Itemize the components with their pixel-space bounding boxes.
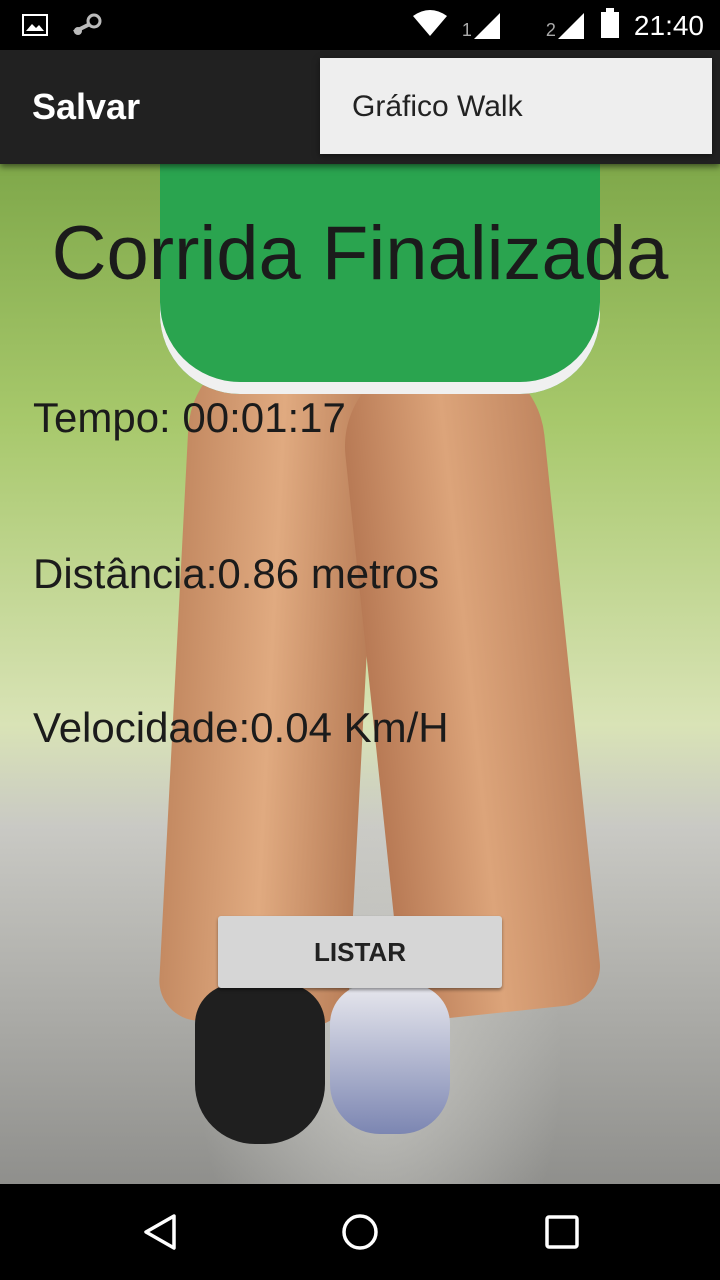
sim1-label: 1 [461, 19, 472, 40]
save-action[interactable]: Salvar [32, 86, 140, 128]
navigation-bar [0, 1184, 720, 1280]
image-icon [22, 14, 48, 41]
home-icon[interactable] [340, 1212, 380, 1252]
listar-button[interactable]: LISTAR [218, 916, 502, 988]
velocidade-label: Velocidade:0.04 Km/H [33, 704, 449, 751]
sim2-label: 2 [545, 19, 556, 40]
back-icon[interactable] [140, 1212, 180, 1252]
clock: 21:40 [633, 9, 704, 41]
signal-icon: 1 [462, 11, 502, 41]
battery-icon [600, 8, 620, 43]
distancia-label: Distância:0.86 metros [33, 550, 440, 597]
runner-shoe-left [195, 984, 325, 1144]
wifi-icon [412, 9, 448, 42]
menu-item-grafico-walk[interactable]: Gráfico Walk [352, 90, 523, 124]
status-bar: 1 2 21:40 [0, 0, 720, 50]
steam-icon [70, 12, 104, 43]
background-photo: Corrida Finalizada Tempo: 00:01:17 Distâ… [0, 164, 720, 1184]
signal-icon: 2 [546, 11, 586, 41]
recents-icon[interactable] [542, 1212, 582, 1252]
tempo-label: Tempo: 00:01:17 [33, 394, 346, 441]
page-title: Corrida Finalizada [51, 211, 669, 296]
runner-shoe-right [330, 984, 450, 1134]
overflow-menu: Gráfico Walk [320, 58, 712, 154]
